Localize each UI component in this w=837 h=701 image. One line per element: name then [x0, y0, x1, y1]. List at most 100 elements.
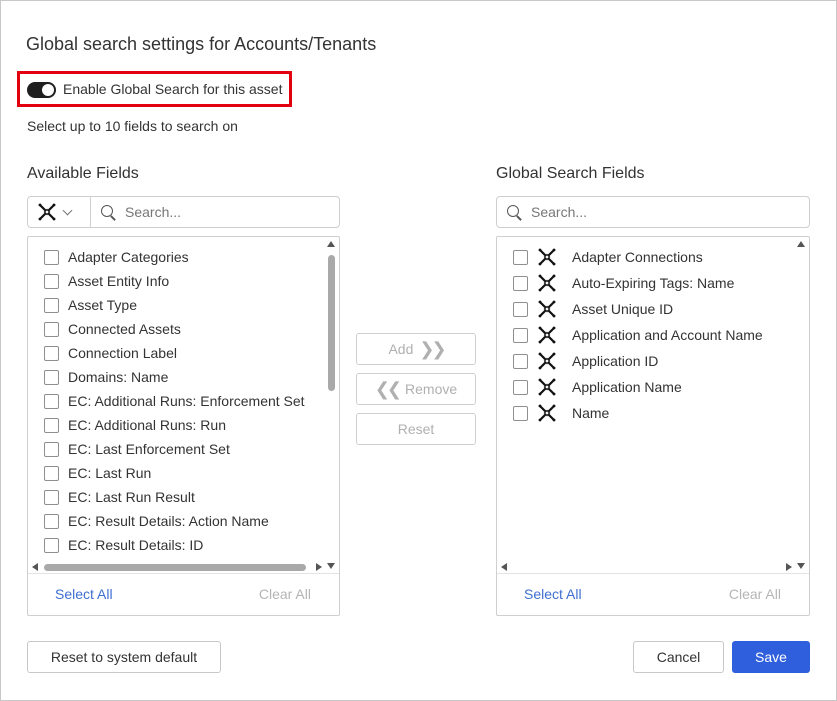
item-checkbox[interactable] [44, 369, 59, 385]
list-item[interactable]: Application and Account Name [513, 323, 763, 347]
reset-button-label: Reset [397, 421, 435, 437]
available-list-footer: Select All Clear All [28, 573, 339, 615]
item-label: Adapter Categories [68, 249, 189, 265]
item-checkbox[interactable] [44, 393, 59, 409]
reset-to-default-button[interactable]: Reset to system default [27, 641, 221, 673]
item-checkbox[interactable] [44, 537, 59, 553]
selected-vertical-scrollbar[interactable] [796, 239, 807, 571]
item-label: Asset Unique ID [572, 301, 674, 317]
remove-button[interactable]: ❮❮ Remove [356, 373, 476, 405]
toggle-knob [42, 84, 54, 96]
available-fields-label: Available Fields [27, 165, 139, 182]
chevron-down-icon [62, 205, 73, 215]
list-item[interactable]: Asset Entity Info [44, 269, 169, 293]
selected-horizontal-scrollbar[interactable] [499, 562, 794, 573]
selected-select-all-link[interactable]: Select All [524, 586, 582, 602]
list-item[interactable]: Adapter Connections [513, 245, 703, 269]
item-label: EC: Last Run Result [68, 489, 195, 505]
scroll-up-arrow-icon[interactable] [327, 241, 335, 247]
enable-global-search-toggle[interactable] [27, 82, 56, 98]
item-checkbox[interactable] [513, 379, 528, 395]
global-search-fields-searchbar [496, 196, 810, 228]
vertical-scroll-thumb[interactable] [328, 255, 335, 391]
dialog-title: Global search settings for Accounts/Tena… [26, 34, 377, 54]
list-item[interactable]: Connection Label [44, 341, 177, 365]
item-checkbox[interactable] [513, 405, 528, 421]
item-checkbox[interactable] [44, 297, 59, 313]
available-vertical-scrollbar[interactable] [326, 239, 337, 571]
list-item[interactable]: EC: Additional Runs: Enforcement Set [44, 389, 305, 413]
available-fields-list: Adapter Categories Asset Entity Info Asset… [27, 236, 340, 616]
item-checkbox[interactable] [44, 513, 59, 529]
item-checkbox[interactable] [513, 249, 528, 265]
list-item[interactable]: Asset Unique ID [513, 297, 673, 321]
global-search-settings-dialog: Global search settings for Accounts/Tena… [0, 0, 837, 701]
available-clear-all-link[interactable]: Clear All [259, 586, 311, 602]
item-checkbox[interactable] [44, 489, 59, 505]
list-item[interactable]: Name [513, 401, 609, 425]
scroll-up-arrow-icon[interactable] [797, 241, 805, 247]
list-item[interactable]: Adapter Categories [44, 245, 189, 269]
adapter-generic-icon [538, 248, 556, 266]
item-label: Domains: Name [68, 369, 169, 385]
adapter-filter-dropdown[interactable] [28, 197, 91, 227]
adapter-generic-icon [538, 352, 556, 370]
item-label: Connected Assets [68, 321, 181, 337]
list-item[interactable]: EC: Last Run [44, 461, 151, 485]
item-label: EC: Last Enforcement Set [68, 441, 230, 457]
add-button-label: Add [388, 341, 414, 357]
global-search-fields-search-input[interactable] [531, 197, 809, 227]
item-checkbox[interactable] [44, 465, 59, 481]
adapter-generic-icon [538, 378, 556, 396]
list-item[interactable]: EC: Result Details: ID [44, 533, 203, 557]
item-checkbox[interactable] [44, 273, 59, 289]
item-label: EC: Last Run [68, 465, 152, 481]
list-item[interactable]: Connected Assets [44, 317, 181, 341]
item-checkbox[interactable] [44, 321, 59, 337]
list-item[interactable]: EC: Additional Runs: Run [44, 413, 226, 437]
item-label: Connection Label [68, 345, 177, 361]
adapter-generic-icon [538, 274, 556, 292]
global-search-fields-list: Adapter Connections Auto-Expiring Tags: N… [496, 236, 810, 616]
scroll-right-arrow-icon[interactable] [316, 563, 322, 571]
item-checkbox[interactable] [44, 441, 59, 457]
available-horizontal-scrollbar[interactable] [30, 562, 324, 573]
item-checkbox[interactable] [513, 275, 528, 291]
list-item[interactable]: EC: Last Enforcement Set [44, 437, 230, 461]
field-limit-hint: Select up to 10 fields to search on [27, 118, 238, 134]
item-checkbox[interactable] [513, 327, 528, 343]
scroll-down-arrow-icon[interactable] [797, 563, 805, 569]
scroll-left-arrow-icon[interactable] [501, 563, 507, 571]
global-search-fields-list-area: Adapter Connections Auto-Expiring Tags: N… [497, 237, 794, 573]
reset-button[interactable]: Reset [356, 413, 476, 445]
item-label: Adapter Connections [572, 249, 703, 265]
list-item[interactable]: Auto-Expiring Tags: Name [513, 271, 734, 295]
list-item[interactable]: Domains: Name [44, 365, 168, 389]
horizontal-scroll-thumb[interactable] [44, 564, 306, 571]
available-select-all-link[interactable]: Select All [55, 586, 113, 602]
selected-clear-all-link[interactable]: Clear All [729, 586, 781, 602]
item-checkbox[interactable] [44, 417, 59, 433]
scroll-left-arrow-icon[interactable] [32, 563, 38, 571]
list-item[interactable]: EC: Result Details: Action Name [44, 509, 269, 533]
item-label: Name [572, 405, 610, 421]
adapter-generic-icon [538, 404, 556, 422]
item-checkbox[interactable] [513, 301, 528, 317]
save-button[interactable]: Save [732, 641, 810, 673]
item-label: Asset Type [68, 297, 138, 313]
available-fields-search-input[interactable] [125, 197, 339, 227]
list-item[interactable]: Application Name [513, 375, 682, 399]
item-label: Application Name [572, 379, 682, 395]
item-checkbox[interactable] [44, 249, 59, 265]
item-checkbox[interactable] [44, 345, 59, 361]
item-checkbox[interactable] [513, 353, 528, 369]
search-icon [101, 204, 116, 220]
cancel-button[interactable]: Cancel [633, 641, 724, 673]
item-label: EC: Result Details: ID [68, 537, 204, 553]
scroll-down-arrow-icon[interactable] [327, 563, 335, 569]
list-item[interactable]: Application ID [513, 349, 658, 373]
list-item[interactable]: Asset Type [44, 293, 137, 317]
list-item[interactable]: EC: Last Run Result [44, 485, 195, 509]
scroll-right-arrow-icon[interactable] [786, 563, 792, 571]
add-button[interactable]: Add ❯❯ [356, 333, 476, 365]
